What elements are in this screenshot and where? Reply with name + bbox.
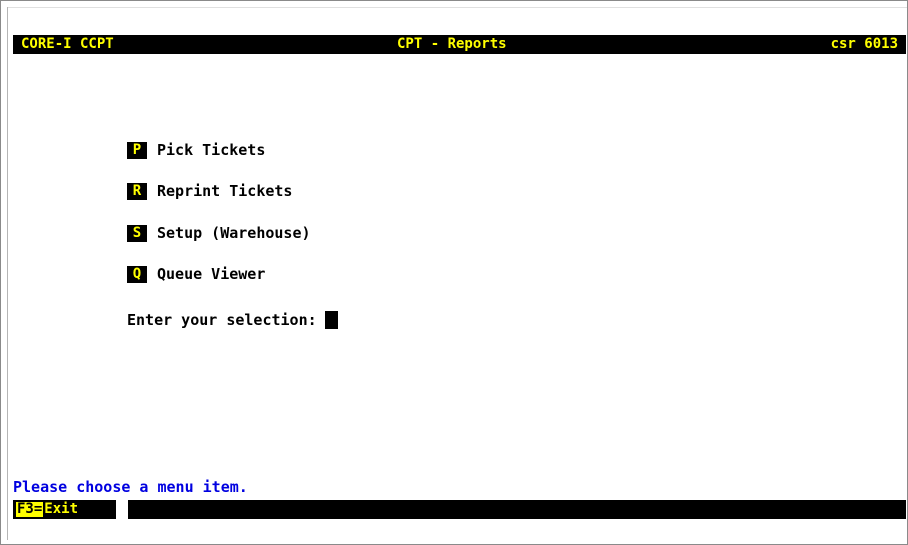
session-id: csr 6013 xyxy=(830,36,898,52)
menu-item-pick-tickets[interactable]: P Pick Tickets xyxy=(127,139,265,161)
menu-label-queue-viewer: Queue Viewer xyxy=(157,265,266,283)
status-message: Please choose a menu item. xyxy=(13,478,248,496)
menu-key-r[interactable]: R xyxy=(127,182,147,200)
menu-item-queue-viewer[interactable]: Q Queue Viewer xyxy=(127,263,265,285)
function-key-bar: F3= Exit xyxy=(13,500,906,519)
window-top-edge xyxy=(8,7,907,8)
selection-prompt-label: Enter your selection: xyxy=(127,311,317,329)
header-bar: CORE-I CCPT CPT - Reports csr 6013 xyxy=(13,35,906,54)
selection-prompt: Enter your selection: xyxy=(127,309,338,331)
menu-key-s[interactable]: S xyxy=(127,224,147,242)
exit-label: Exit xyxy=(44,501,79,517)
menu-label-setup-warehouse: Setup (Warehouse) xyxy=(157,224,311,242)
exit-button[interactable]: F3= Exit xyxy=(16,501,79,517)
menu-item-setup-warehouse[interactable]: S Setup (Warehouse) xyxy=(127,222,311,244)
window-border xyxy=(7,7,8,540)
menu-label-reprint-tickets: Reprint Tickets xyxy=(157,182,293,200)
menu-key-p[interactable]: P xyxy=(127,141,147,159)
system-name: CORE-I CCPT xyxy=(21,36,114,52)
screen-title: CPT - Reports xyxy=(397,36,507,52)
selection-input-cursor[interactable] xyxy=(324,311,338,329)
menu-label-pick-tickets: Pick Tickets xyxy=(157,141,266,159)
menu-item-reprint-tickets[interactable]: R Reprint Tickets xyxy=(127,180,292,202)
menu-key-q[interactable]: Q xyxy=(127,265,147,283)
f3-key: F3= xyxy=(16,501,44,517)
function-key-separator xyxy=(116,500,128,519)
